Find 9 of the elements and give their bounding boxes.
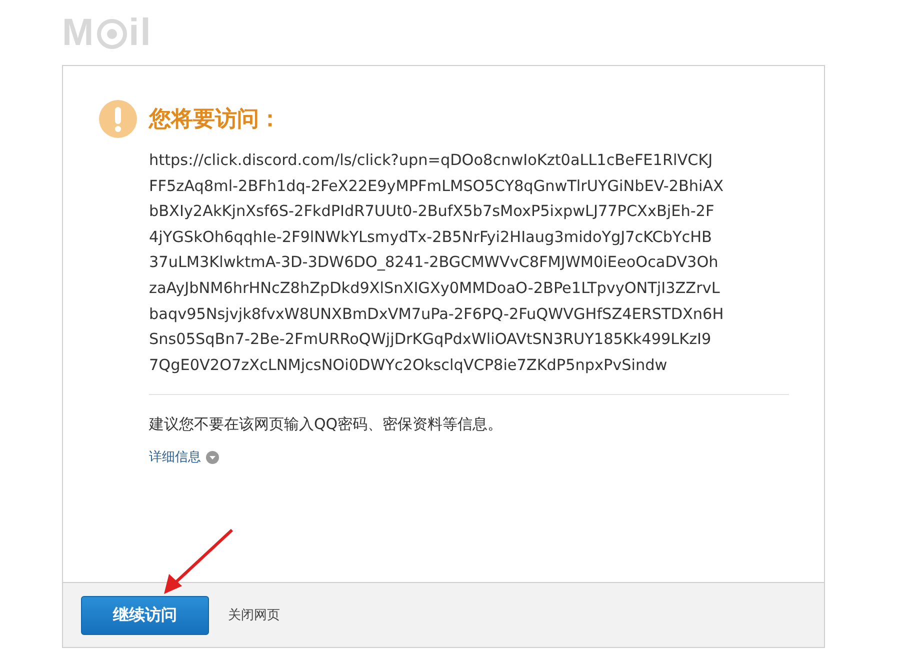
expand-icon [206,450,219,464]
warning-icon [99,100,137,138]
dialog-title: 您将要访问： [149,106,281,134]
url-text: https://click.discord.com/ls/click?upn=qDOo8cnwIoKzt0aLL1cBeFE1RlVCKJ FF5zAq8ml-2BFh1dq-2FeX22E9yMPFmLMSO5CY8qGnwTlrUYGiNbEV-2BhiAX bBXIy2AkKjnXsf6S-2FkdPIdR7UUt0-2BufX5b7sMoxP5ixpwLJ77PCXxBjEh-2F 4jYGSkOh6qqhIe-2F9lNWkYLsmydTx-2B5NrFyi2HIaug3midoYgJ7cKCbYcHB 37uLM3KlwktmA-3D-3DW6DO_8241-2BGCMWVvC8FMJWM0iEeoOcaDV3Oh zaAyJbNM6hrHNcZ8hZpDkd9XlSnXIGXy0MMDoaO-2BPe1LTpvyONTjI3ZZrvL baqv95Nsjvjk8fvxW8UNXBmDxVM7uPa-2F6PQ-2FuQWVGHfSZ4ERSTDXn6H Sns05SqBn7-2Be-2FmURRoQWjjDrKGqPdxWliOAVtSN3RUY185Kk499LKzI9 7QgE0V2O7zXcLNMjcsNOi0DWYc2OksclqVCP8ie7ZKdP5npxPvSindw [149,150,725,376]
details-toggle[interactable]: 详细信息 [149,448,219,466]
continue-button[interactable]: 继续访问 [81,596,209,634]
at-sign-icon [96,18,127,48]
close-page-link[interactable]: 关闭网页 [228,606,280,624]
warning-text: 建议您不要在该网页输入QQ密码、密保资料等信息。 [149,415,504,434]
